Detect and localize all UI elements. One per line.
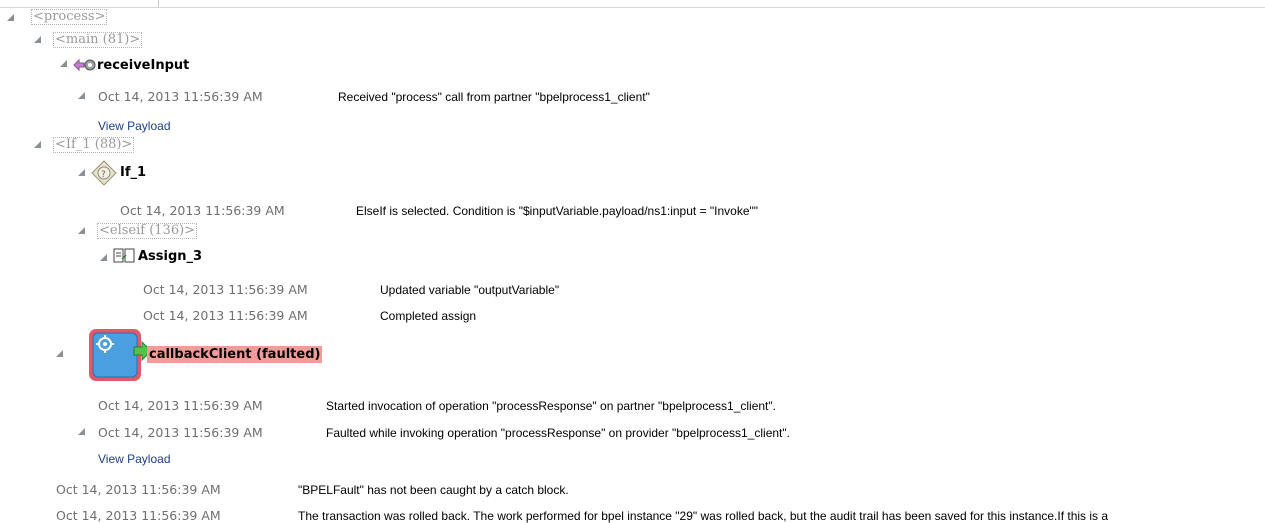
audit-message: ElseIf is selected. Condition is "$input… [356,204,759,218]
collapse-toggle-if-scope[interactable] [34,141,41,148]
timestamp: Oct 14, 2013 11:56:39 AM [143,282,308,297]
collapse-toggle-main[interactable] [34,36,41,43]
activity-callbackclient-faulted[interactable]: callbackClient (faulted) [147,346,323,363]
scope-if: <If_1 (88)> [53,137,135,153]
timestamp: Oct 14, 2013 11:56:39 AM [98,398,263,413]
svg-text:?: ? [101,170,106,180]
invoke-faulted-icon [89,329,152,381]
tab-stub[interactable] [0,0,159,7]
collapse-toggle-process[interactable] [7,14,14,21]
timestamp: Oct 14, 2013 11:56:39 AM [98,89,263,104]
collapse-toggle-receive-row[interactable] [78,92,85,99]
view-payload-link[interactable]: View Payload [98,452,171,466]
assign-activity-icon [113,248,135,263]
audit-message: Received "process" call from partner "bp… [338,90,650,104]
audit-message: The transaction was rolled back. The wor… [298,509,1109,523]
collapse-toggle-callback[interactable] [56,350,63,357]
activity-if[interactable]: If_1 [120,165,146,180]
collapse-toggle-elseif[interactable] [78,227,85,234]
timestamp: Oct 14, 2013 11:56:39 AM [143,308,308,323]
receive-activity-icon [73,58,96,72]
timestamp: Oct 14, 2013 11:56:39 AM [120,203,285,218]
timestamp: Oct 14, 2013 11:56:39 AM [98,425,263,440]
collapse-toggle-receive[interactable] [60,60,67,67]
audit-message: Completed assign [380,309,477,323]
audit-message: Started invocation of operation "process… [326,399,776,413]
audit-message: "BPELFault" has not been caught by a cat… [298,483,569,497]
scope-main: <main (81)> [53,32,143,48]
scope-process: <process> [31,9,108,25]
collapse-toggle-assign[interactable] [100,254,107,261]
top-tab-bar [0,0,1265,8]
timestamp: Oct 14, 2013 11:56:39 AM [56,508,221,523]
audit-message: Updated variable "outputVariable" [380,283,560,297]
collapse-toggle-if[interactable] [78,169,85,176]
audit-message: Faulted while invoking operation "proces… [326,426,790,440]
condition-icon: ? [91,160,117,186]
timestamp: Oct 14, 2013 11:56:39 AM [56,482,221,497]
view-payload-link[interactable]: View Payload [98,119,171,133]
scope-elseif: <elseif (136)> [97,223,198,239]
activity-assign[interactable]: Assign_3 [138,249,202,264]
collapse-toggle-fault-row[interactable] [78,428,85,435]
activity-receiveinput[interactable]: receiveInput [97,58,189,73]
